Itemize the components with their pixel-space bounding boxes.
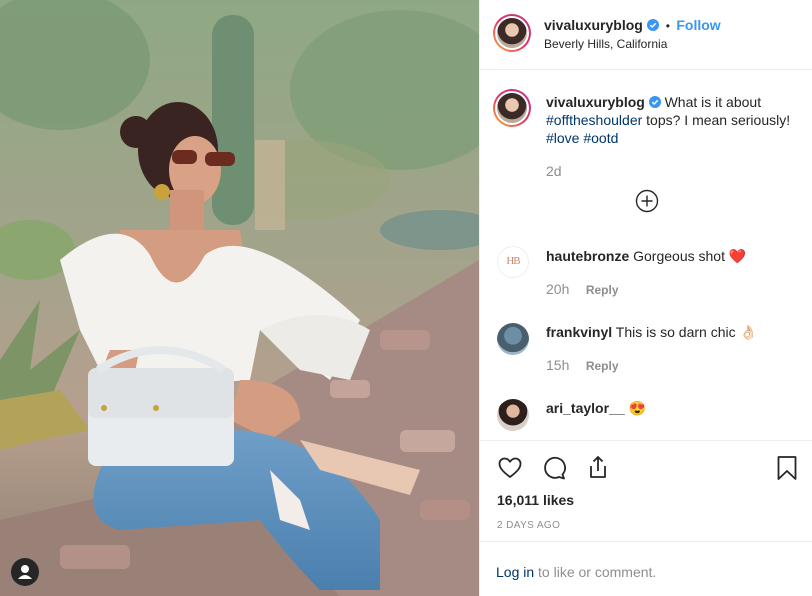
commenter-avatar-ari-taylor[interactable] xyxy=(497,399,529,431)
action-bar: 16,011 likes 2 DAYS AGO xyxy=(480,440,812,531)
comment-username[interactable]: ari_taylor__ xyxy=(546,400,625,416)
heart-icon xyxy=(498,457,522,478)
comment-username[interactable]: hautebronze xyxy=(546,248,629,264)
like-button[interactable] xyxy=(497,455,523,481)
reply-button[interactable]: Reply xyxy=(586,283,619,297)
share-button[interactable] xyxy=(585,454,611,480)
bookmark-icon xyxy=(777,456,797,480)
caption-username[interactable]: vivaluxuryblog xyxy=(546,94,645,110)
save-button[interactable] xyxy=(776,455,798,481)
hashtag-love[interactable]: #love xyxy=(546,130,579,146)
caption-text-1: What is it about xyxy=(664,94,762,110)
header-separator: • xyxy=(665,19,670,33)
commenter-avatar-hautebronze[interactable]: HB xyxy=(497,246,529,278)
login-footer: Log in to like or comment. xyxy=(480,541,812,596)
comment-age: 15h xyxy=(546,357,570,373)
reply-button[interactable]: Reply xyxy=(586,359,619,373)
post-side-panel: vivaluxuryblog • Follow Beverly Hills, C… xyxy=(479,0,812,596)
comment-age: 20h xyxy=(546,281,570,297)
hashtag-ootd[interactable]: #ootd xyxy=(583,130,618,146)
plus-circle-icon xyxy=(635,189,659,213)
commenter-avatar-frankvinyl[interactable] xyxy=(497,323,529,355)
hautebronze-logo: HB xyxy=(506,255,520,267)
verified-badge-icon xyxy=(648,96,661,108)
comment-meta: 20h Reply xyxy=(546,281,619,299)
caption-age: 2d xyxy=(546,163,562,179)
login-link[interactable]: Log in xyxy=(496,564,534,580)
comment-frankvinyl: frankvinyl This is so darn chic 👌🏻 xyxy=(546,323,806,341)
post-header: vivaluxuryblog • Follow Beverly Hills, C… xyxy=(480,0,812,70)
post-photo[interactable] xyxy=(0,0,479,596)
follow-button[interactable]: Follow xyxy=(676,17,720,33)
comment-hautebronze: hautebronze Gorgeous shot ❤️ xyxy=(546,247,806,265)
heart-eyes-emoji: 😍 xyxy=(628,400,646,416)
post-image xyxy=(0,0,479,596)
comment-username[interactable]: frankvinyl xyxy=(546,324,612,340)
caption-author-avatar[interactable] xyxy=(493,89,531,127)
comment-ari-taylor: ari_taylor__ 😍 xyxy=(546,399,806,417)
comment-button[interactable] xyxy=(541,455,567,481)
comment-text: This is so darn chic xyxy=(615,324,736,340)
user-tags-button[interactable] xyxy=(11,558,39,586)
caption-text-2: tops? I mean seriously! xyxy=(646,112,791,128)
likes-count[interactable]: 16,011 likes xyxy=(497,492,574,508)
author-avatar[interactable] xyxy=(493,14,531,52)
heart-emoji: ❤️ xyxy=(728,248,747,264)
ok-hand-emoji: 👌🏻 xyxy=(739,324,757,340)
comment-meta: 15h Reply xyxy=(546,357,619,375)
share-icon xyxy=(590,456,606,478)
author-username[interactable]: vivaluxuryblog xyxy=(544,17,643,33)
load-more-comments-button[interactable] xyxy=(635,189,659,213)
verified-badge-icon xyxy=(647,19,660,31)
login-prompt: Log in to like or comment. xyxy=(496,564,656,580)
login-suffix: to like or comment. xyxy=(538,564,657,580)
comment-bubble-icon xyxy=(544,456,566,480)
post-date[interactable]: 2 DAYS AGO xyxy=(497,520,560,531)
user-silhouette-icon xyxy=(18,565,32,579)
header-user-row: vivaluxuryblog • Follow xyxy=(544,17,721,35)
caption: vivaluxuryblog What is it about #offthes… xyxy=(546,93,801,147)
comment-text: Gorgeous shot xyxy=(633,248,725,264)
post-location[interactable]: Beverly Hills, California xyxy=(544,37,667,51)
hashtag-offtheshoulder[interactable]: #offtheshoulder xyxy=(546,112,642,128)
